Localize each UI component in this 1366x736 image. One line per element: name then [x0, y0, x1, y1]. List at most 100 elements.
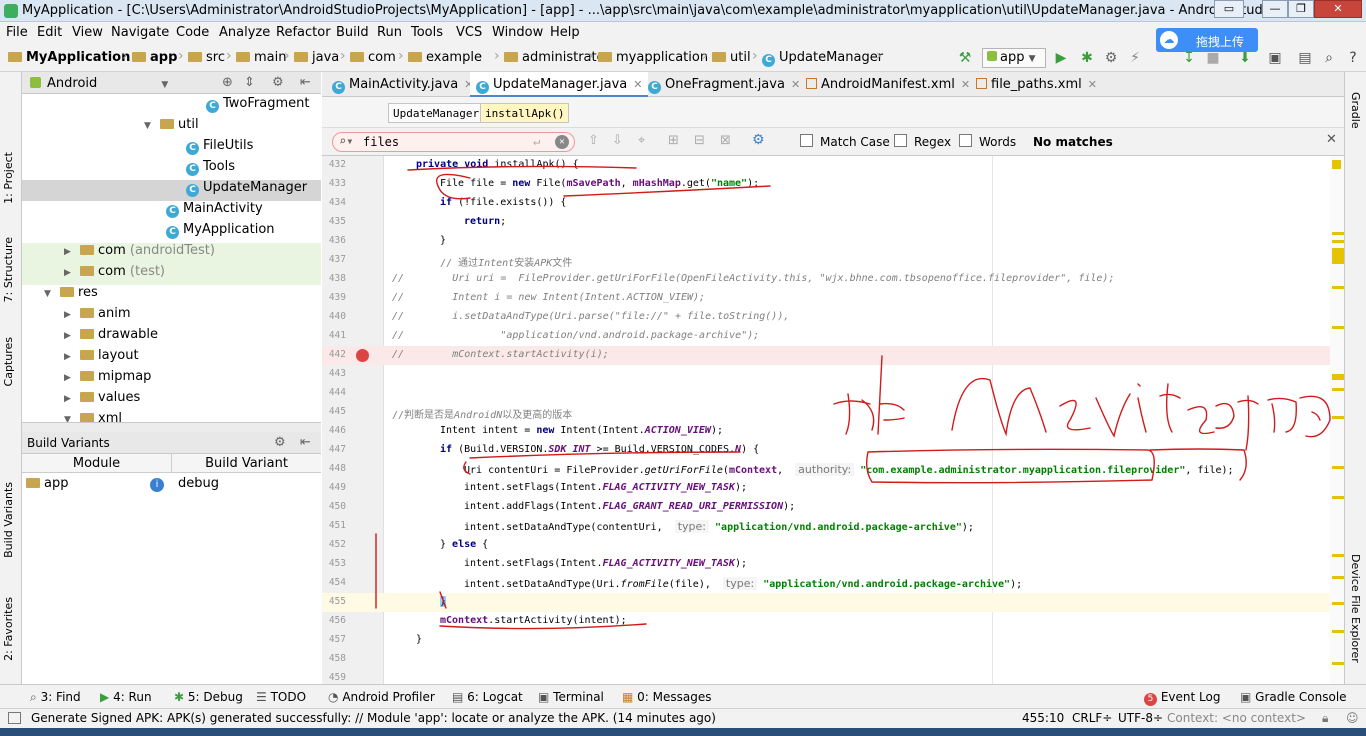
column-header-module[interactable]: Module	[22, 454, 172, 473]
tree-item-selected[interactable]: C UpdateManager	[22, 180, 321, 201]
project-view-select[interactable]: Android ▼	[30, 76, 168, 91]
tool-gradle-console[interactable]: ▣ Gradle Console	[1240, 690, 1347, 704]
gear-icon[interactable]: ⚙	[274, 435, 286, 450]
tool-find[interactable]: ⌕ 3: Find	[30, 690, 81, 705]
crumb-administrator[interactable]: administrator	[504, 50, 610, 65]
inspector-icon[interactable]: ☺	[1346, 711, 1359, 725]
error-stripe-mark[interactable]	[1332, 248, 1344, 264]
tree-item[interactable]: ▶ drawable	[22, 327, 321, 348]
error-stripe-mark[interactable]	[1332, 232, 1344, 235]
debug-icon[interactable]: ✱	[1078, 49, 1096, 67]
tree-item[interactable]: C MyApplication	[22, 222, 321, 243]
tree-item[interactable]: ▶ com (androidTest)	[22, 243, 321, 264]
tree-item[interactable]: ▶ values	[22, 390, 321, 411]
crumb-util[interactable]: util	[712, 50, 751, 65]
words-checkbox[interactable]	[959, 134, 972, 147]
window-options-button[interactable]: ▭	[1214, 0, 1244, 18]
tree-item[interactable]: ▶ mipmap	[22, 369, 321, 390]
error-stripe-mark[interactable]	[1332, 374, 1344, 380]
menu-help[interactable]: Help	[550, 25, 580, 40]
menu-window[interactable]: Window	[492, 25, 543, 40]
hide-panel-icon[interactable]: ⇤	[300, 75, 311, 90]
panel-splitter[interactable]	[22, 422, 321, 432]
tool-event-log[interactable]: 5 Event Log	[1144, 690, 1220, 706]
column-header-variant[interactable]: Build Variant	[172, 454, 321, 473]
gear-icon[interactable]: ⚙	[272, 75, 284, 90]
breakpoint-icon[interactable]	[356, 349, 369, 362]
crumb-project[interactable]: MyApplication	[8, 50, 130, 65]
run-icon[interactable]: ▶	[1052, 49, 1070, 67]
error-stripe-mark[interactable]	[1332, 388, 1344, 391]
crumb-java[interactable]: java	[294, 50, 339, 65]
avd-manager-icon[interactable]: ▣	[1266, 49, 1284, 67]
tree-item[interactable]: C FileUtils	[22, 138, 321, 159]
tree-item[interactable]: C TwoFragment	[22, 96, 321, 117]
error-stripe-mark[interactable]	[1332, 576, 1344, 579]
editor-scroll-markers[interactable]	[1330, 156, 1344, 684]
project-structure-icon[interactable]: ▤	[1296, 49, 1314, 67]
tab-structure[interactable]: 7: Structure	[2, 237, 15, 302]
menu-analyze[interactable]: Analyze	[219, 25, 270, 40]
tree-item[interactable]: ▼ xml	[22, 411, 321, 422]
close-icon[interactable]: ✕	[791, 78, 800, 91]
menu-run[interactable]: Run	[377, 25, 402, 40]
tool-run[interactable]: ▶ 4: Run	[100, 690, 152, 704]
tool-todo[interactable]: ☰ TODO	[256, 690, 306, 704]
tree-item[interactable]: C MainActivity	[22, 201, 321, 222]
error-stripe-mark[interactable]	[1332, 326, 1344, 329]
menu-view[interactable]: View	[72, 25, 103, 40]
search-icon[interactable]: ⌕	[1320, 49, 1338, 67]
filter-settings-icon[interactable]: ⚙	[752, 132, 765, 148]
search-input[interactable]: ⌕▾ files ↵ ✕	[332, 132, 575, 152]
breadcrumb-method[interactable]: installApk()	[480, 103, 570, 123]
select-all-icon[interactable]: ⊠	[720, 133, 731, 148]
tab-build-variants[interactable]: Build Variants	[2, 482, 15, 558]
close-window-button[interactable]: ✕	[1314, 0, 1362, 18]
error-stripe-mark[interactable]	[1332, 286, 1344, 289]
tab-updatemanager[interactable]: C UpdateManager.java ✕	[470, 72, 649, 97]
error-stripe-mark[interactable]	[1332, 240, 1344, 243]
tool-logcat[interactable]: ▤ 6: Logcat	[452, 690, 523, 704]
tool-windows-toggle-icon[interactable]	[8, 712, 21, 724]
tool-debug[interactable]: ✱ 5: Debug	[174, 690, 243, 704]
close-icon[interactable]: ✕	[961, 78, 970, 91]
menu-file[interactable]: File	[6, 25, 28, 40]
scroll-from-source-icon[interactable]: ⊕	[222, 75, 233, 90]
tool-terminal[interactable]: ▣ Terminal	[538, 690, 604, 704]
run-config-select[interactable]: app ▼	[982, 48, 1046, 68]
apply-changes-icon[interactable]: ⚡	[1126, 49, 1144, 67]
menu-tools[interactable]: Tools	[411, 25, 443, 40]
error-stripe-mark[interactable]	[1332, 416, 1344, 419]
tab-mainactivity[interactable]: C MainActivity.java ✕	[328, 72, 473, 97]
error-stripe-mark[interactable]	[1332, 554, 1344, 557]
help-icon[interactable]: ?	[1344, 49, 1362, 67]
find-all-icon[interactable]: ⌖	[638, 133, 645, 148]
collapse-all-icon[interactable]: ⇕	[244, 75, 255, 90]
menu-refactor[interactable]: Refactor	[276, 25, 331, 40]
info-icon[interactable]: i	[150, 478, 164, 492]
crumb-class[interactable]: C UpdateManager	[762, 50, 883, 67]
hide-panel-icon[interactable]: ⇤	[300, 435, 311, 450]
tree-item[interactable]: ▶ anim	[22, 306, 321, 327]
tree-item[interactable]: ▶ com (test)	[22, 264, 321, 285]
menu-edit[interactable]: Edit	[37, 25, 62, 40]
crumb-myapplication[interactable]: myapplication	[598, 50, 708, 65]
close-icon[interactable]: ✕	[1088, 78, 1097, 91]
tab-captures[interactable]: Captures	[2, 337, 15, 386]
error-stripe-mark[interactable]	[1332, 602, 1344, 605]
error-stripe-mark[interactable]	[1332, 466, 1344, 469]
error-stripe-mark[interactable]	[1332, 496, 1344, 499]
line-separator[interactable]: CRLF÷	[1072, 711, 1112, 725]
tree-item[interactable]: ▼ util	[22, 117, 321, 138]
tree-item[interactable]: ▶ layout	[22, 348, 321, 369]
tool-messages[interactable]: ▦ 0: Messages	[622, 690, 712, 704]
previous-occurrence-icon[interactable]: ⇧	[588, 133, 599, 148]
crumb-main[interactable]: main	[236, 50, 286, 65]
clear-search-icon[interactable]: ✕	[555, 135, 569, 149]
tab-androidmanifest[interactable]: AndroidManifest.xml ✕	[802, 72, 970, 97]
next-occurrence-icon[interactable]: ⇩	[612, 133, 623, 148]
upload-overlay-button[interactable]: ☁ 拖拽上传	[1156, 28, 1258, 52]
tab-file-paths[interactable]: file_paths.xml ✕	[972, 72, 1097, 97]
lock-icon[interactable]: 🔒︎	[1322, 711, 1328, 726]
regex-checkbox[interactable]	[894, 134, 907, 147]
